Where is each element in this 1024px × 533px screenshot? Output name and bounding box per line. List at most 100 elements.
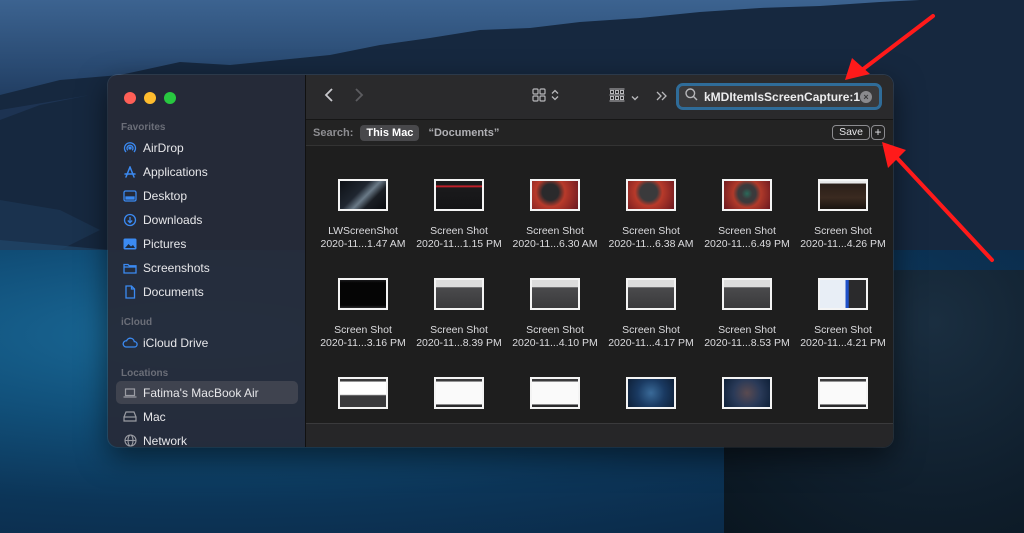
drive-icon: [122, 409, 138, 425]
file-item[interactable]: [603, 377, 699, 409]
file-item[interactable]: [507, 377, 603, 409]
file-item[interactable]: [699, 377, 795, 409]
file-thumbnail: [338, 179, 388, 211]
file-thumbnail: [626, 377, 676, 409]
overflow-chevrons-icon: [656, 88, 668, 106]
content-area: kMDItemIsScreenCapture:1 × Search: This …: [306, 75, 893, 447]
close-window-button[interactable]: [124, 92, 136, 104]
sidebar-item-network[interactable]: Network: [116, 429, 298, 447]
downloads-icon: [122, 212, 138, 228]
status-bar: [306, 423, 893, 447]
file-item[interactable]: Screen Shot 2020-11...4.17 PM: [603, 278, 699, 350]
file-thumbnail: [818, 278, 868, 310]
file-item[interactable]: LWScreenShot 2020-11...1.47 AM: [315, 179, 411, 251]
file-item[interactable]: [411, 377, 507, 409]
chevron-right-icon: [354, 87, 364, 108]
file-date: 2020-11...4.21 PM: [800, 337, 886, 349]
file-name: Screen Shot: [718, 324, 776, 336]
maximize-window-button[interactable]: [164, 92, 176, 104]
search-input[interactable]: kMDItemIsScreenCapture:1: [704, 90, 860, 104]
sidebar-item-pictures[interactable]: Pictures: [116, 232, 298, 255]
sidebar-item-label: Documents: [143, 284, 204, 299]
minimize-window-button[interactable]: [144, 92, 156, 104]
chevron-left-icon: [324, 87, 334, 108]
up-down-chevron-icon: [551, 88, 559, 106]
sidebar-item-label: Screenshots: [143, 260, 210, 275]
search-icon: [685, 87, 698, 106]
window-controls: [124, 92, 176, 104]
file-name: LWScreenShot: [328, 225, 398, 237]
file-thumbnail: [530, 377, 580, 409]
sidebar-item-label: Applications: [143, 164, 208, 179]
file-thumbnail: [338, 278, 388, 310]
search-scope-bar: Search: This Mac “Documents” Save +: [306, 120, 893, 146]
file-thumbnail: [722, 179, 772, 211]
file-date: 2020-11...4.26 PM: [800, 238, 886, 250]
airdrop-icon: [122, 140, 138, 156]
file-item[interactable]: Screen Shot 2020-11...1.15 PM: [411, 179, 507, 251]
search-field[interactable]: kMDItemIsScreenCapture:1 ×: [676, 83, 882, 110]
file-item[interactable]: Screen Shot 2020-11...4.21 PM: [795, 278, 891, 350]
file-thumbnail: [818, 179, 868, 211]
file-date: 2020-11...6.49 PM: [704, 238, 790, 250]
search-scope-label: Search:: [313, 126, 354, 139]
view-mode-button[interactable]: [532, 87, 559, 107]
sidebar-item-applications[interactable]: Applications: [116, 160, 298, 183]
file-thumbnail: [818, 377, 868, 409]
sidebar-item-label: Mac: [143, 409, 166, 424]
sidebar-item-label: Downloads: [143, 212, 203, 227]
add-criteria-button[interactable]: +: [871, 125, 885, 140]
file-item[interactable]: Screen Shot 2020-11...6.38 AM: [603, 179, 699, 251]
scope-this-mac[interactable]: This Mac: [360, 124, 420, 141]
sidebar-item-mac[interactable]: Mac: [116, 405, 298, 428]
file-thumbnail: [626, 278, 676, 310]
scope-documents[interactable]: “Documents”: [428, 127, 499, 139]
file-item[interactable]: Screen Shot 2020-11...8.39 PM: [411, 278, 507, 350]
file-name: Screen Shot: [526, 225, 584, 237]
file-date: 2020-11...3.16 PM: [320, 337, 406, 349]
file-thumbnail: [626, 179, 676, 211]
sidebar-item-label: iCloud Drive: [143, 335, 209, 350]
file-grid: LWScreenShot 2020-11...1.47 AM Screen Shot…: [306, 147, 893, 422]
pictures-icon: [122, 236, 138, 252]
file-item[interactable]: Screen Shot 2020-11...3.16 PM: [315, 278, 411, 350]
icon-grid-view-icon: [532, 87, 546, 107]
document-icon: [122, 284, 138, 300]
sidebar-item-icloud-drive[interactable]: iCloud Drive: [116, 331, 298, 354]
save-search-button[interactable]: Save: [832, 125, 870, 140]
group-by-button[interactable]: [609, 87, 639, 107]
sidebar-item-label: Pictures: [143, 236, 187, 251]
toolbar-overflow-button[interactable]: [656, 87, 668, 107]
finder-window: Favorites AirDrop Applications Desktop D…: [108, 75, 893, 447]
sidebar-item-screenshots[interactable]: Screenshots: [116, 256, 298, 279]
sidebar-section-favorites: Favorites: [121, 122, 166, 133]
sidebar-item-airdrop[interactable]: AirDrop: [116, 136, 298, 159]
toolbar: kMDItemIsScreenCapture:1 ×: [306, 75, 893, 120]
file-item[interactable]: Screen Shot 2020-11...6.30 AM: [507, 179, 603, 251]
file-thumbnail: [722, 377, 772, 409]
sidebar-item-documents[interactable]: Documents: [116, 280, 298, 303]
file-item[interactable]: Screen Shot 2020-11...4.26 PM: [795, 179, 891, 251]
file-date: 2020-11...6.38 AM: [608, 238, 694, 250]
file-name: Screen Shot: [622, 225, 680, 237]
file-name: Screen Shot: [814, 225, 872, 237]
sidebar-item-label: Fatima's MacBook Air: [143, 385, 259, 400]
file-item[interactable]: [315, 377, 411, 409]
sidebar-item-label: Network: [143, 433, 188, 448]
sidebar-item-downloads[interactable]: Downloads: [116, 208, 298, 231]
file-item[interactable]: Screen Shot 2020-11...4.10 PM: [507, 278, 603, 350]
file-item[interactable]: Screen Shot 2020-11...8.53 PM: [699, 278, 795, 350]
file-item[interactable]: [795, 377, 891, 409]
applications-icon: [122, 164, 138, 180]
clear-icon[interactable]: ×: [860, 90, 872, 103]
forward-button[interactable]: [354, 87, 364, 107]
file-name: Screen Shot: [526, 324, 584, 336]
sidebar-item-desktop[interactable]: Desktop: [116, 184, 298, 207]
desktop-icon: [122, 188, 138, 204]
file-item[interactable]: Screen Shot 2020-11...6.49 PM: [699, 179, 795, 251]
file-thumbnail: [434, 278, 484, 310]
back-button[interactable]: [324, 87, 334, 107]
file-name: Screen Shot: [334, 324, 392, 336]
chevron-down-icon: [631, 88, 639, 106]
sidebar-item-macbook-air[interactable]: Fatima's MacBook Air: [116, 381, 298, 404]
